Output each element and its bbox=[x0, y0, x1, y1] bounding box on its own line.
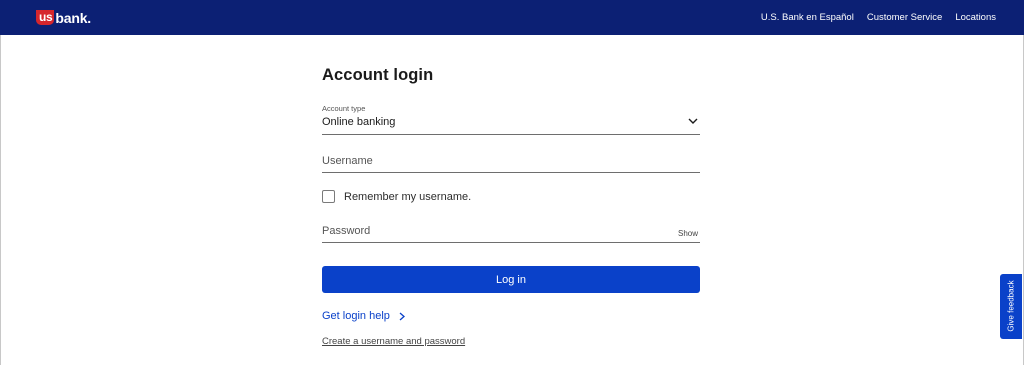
get-login-help-label: Get login help bbox=[322, 310, 390, 322]
username-field[interactable]: Username bbox=[322, 154, 700, 173]
locations-link[interactable]: Locations bbox=[955, 12, 996, 23]
login-form: Account login Account type Online bankin… bbox=[322, 66, 700, 347]
logo-dot: . bbox=[87, 9, 92, 26]
username-placeholder: Username bbox=[322, 155, 373, 167]
show-password-button[interactable]: Show bbox=[678, 229, 698, 238]
account-type-select[interactable]: Account type Online banking bbox=[322, 104, 700, 135]
logo-wordmark: bank bbox=[55, 9, 88, 26]
remember-username-row[interactable]: Remember my username. bbox=[322, 189, 471, 204]
get-login-help-link[interactable]: Get login help bbox=[322, 310, 406, 322]
password-placeholder: Password bbox=[322, 225, 371, 237]
password-field[interactable]: Password Show bbox=[322, 224, 700, 243]
logo-shield-mark: us bbox=[36, 10, 55, 25]
chevron-down-icon bbox=[688, 118, 698, 124]
spanish-site-link[interactable]: U.S. Bank en Español bbox=[761, 12, 854, 23]
header-links: U.S. Bank en Español Customer Service Lo… bbox=[761, 0, 996, 35]
login-button[interactable]: Log in bbox=[322, 266, 700, 293]
top-navigation-bar: us bank . U.S. Bank en Español Customer … bbox=[0, 0, 1024, 35]
account-type-value: Online banking bbox=[322, 116, 396, 128]
page-title: Account login bbox=[322, 66, 434, 84]
browser-window bbox=[0, 0, 1024, 365]
create-username-link[interactable]: Create a username and password bbox=[322, 336, 465, 347]
give-feedback-tab[interactable]: Give feedback bbox=[1000, 274, 1022, 339]
remember-username-label: Remember my username. bbox=[344, 190, 472, 203]
chevron-right-icon bbox=[399, 312, 405, 320]
give-feedback-label: Give feedback bbox=[1006, 280, 1016, 332]
customer-service-link[interactable]: Customer Service bbox=[867, 12, 943, 23]
account-type-label: Account type bbox=[322, 104, 366, 113]
usbank-logo[interactable]: us bank . bbox=[36, 9, 91, 26]
remember-username-checkbox[interactable] bbox=[322, 190, 335, 203]
